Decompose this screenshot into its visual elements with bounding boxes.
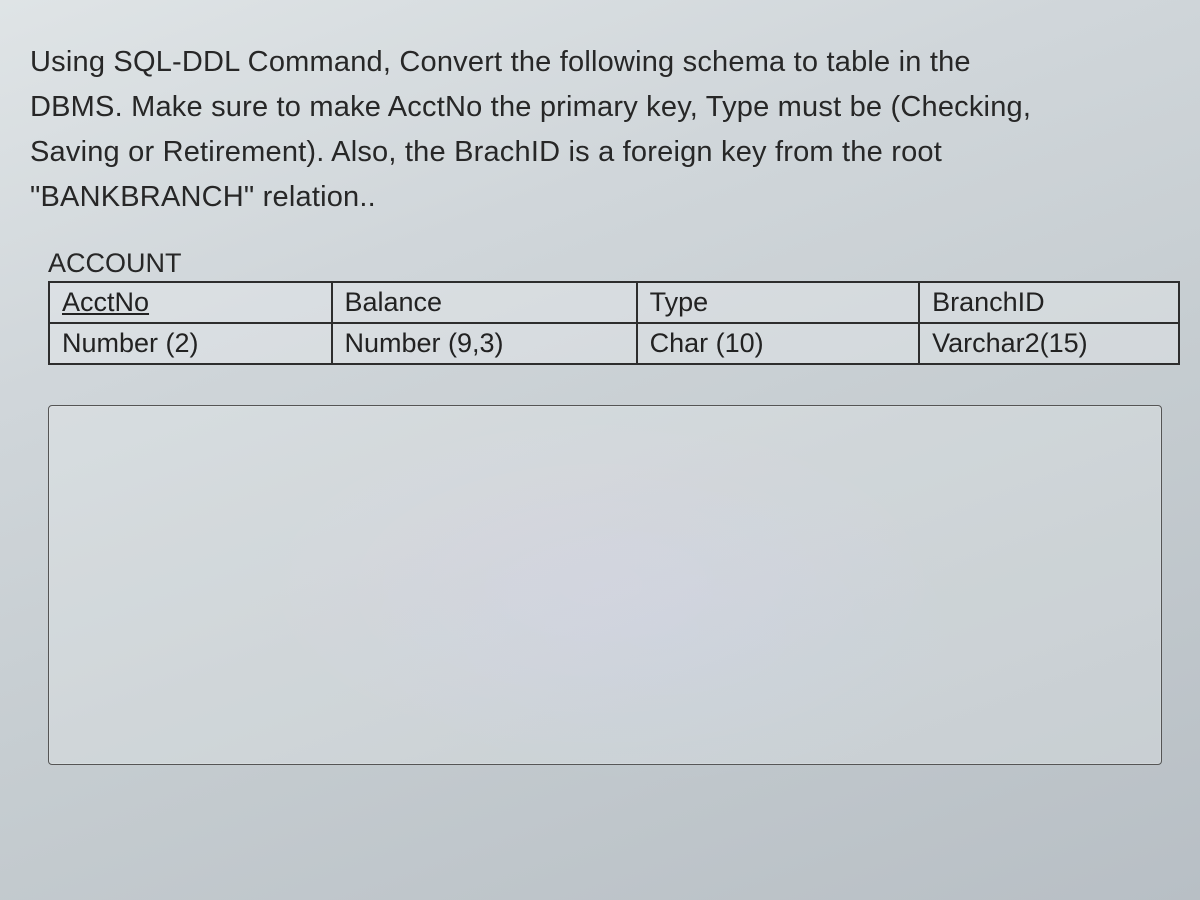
schema-name: ACCOUNT (48, 248, 1180, 279)
column-datatype: Char (10) (637, 323, 920, 364)
column-datatype: Varchar2(15) (919, 323, 1179, 364)
column-datatype: Number (2) (49, 323, 332, 364)
schema-table: AcctNo Balance Type BranchID Number (2) … (48, 281, 1180, 365)
column-name: BranchID (919, 282, 1179, 323)
table-row: Number (2) Number (9,3) Char (10) Varcha… (49, 323, 1179, 364)
table-row: AcctNo Balance Type BranchID (49, 282, 1179, 323)
answer-textarea[interactable] (48, 405, 1162, 765)
question-line: DBMS. Make sure to make AcctNo the prima… (30, 91, 1031, 123)
question-text: Using SQL-DDL Command, Convert the follo… (30, 40, 1180, 220)
question-line: "BANKBRANCH" relation.. (30, 181, 376, 213)
column-name: AcctNo (49, 282, 332, 323)
column-datatype: Number (9,3) (332, 323, 637, 364)
column-name-text: AcctNo (62, 287, 149, 317)
column-name: Balance (332, 282, 637, 323)
column-name: Type (637, 282, 920, 323)
question-line: Saving or Retirement). Also, the BrachID… (30, 136, 942, 168)
question-line: Using SQL-DDL Command, Convert the follo… (30, 46, 971, 78)
